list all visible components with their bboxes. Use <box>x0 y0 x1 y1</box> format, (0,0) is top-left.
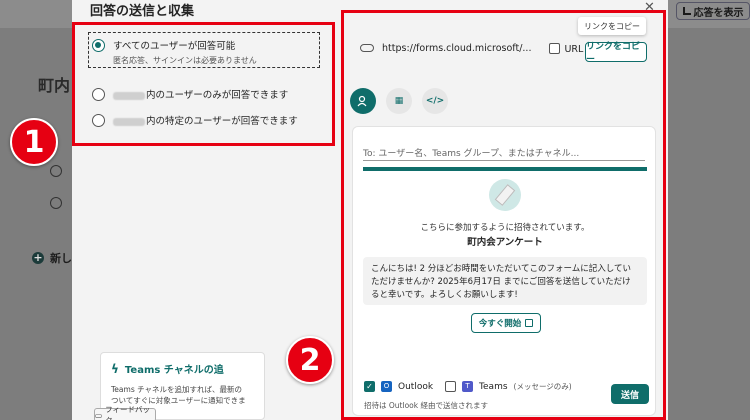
plus-icon: + <box>32 251 44 264</box>
annotation-badge-1: 1 <box>10 118 58 166</box>
lightning-icon: ϟ <box>111 361 119 376</box>
annotation-box-2 <box>341 10 666 420</box>
background-radio <box>50 197 62 209</box>
background-form-title: 町内 <box>38 76 71 95</box>
annotation-badge-2: 2 <box>286 336 334 384</box>
background-add-label: 新し <box>50 252 72 265</box>
teams-card-desc-1: Teams チャネルを追加すれば、最新の <box>111 385 243 394</box>
teams-card-title: Teams チャネルの追 <box>124 365 224 376</box>
background-add-new: + 新し <box>32 250 72 266</box>
annotation-box-1 <box>72 22 335 146</box>
feedback-label: フィードバック <box>105 405 150 420</box>
chart-icon <box>682 7 691 15</box>
feedback-button[interactable]: ▭ フィードバック <box>94 405 156 420</box>
view-responses-button: 応答を表示 <box>676 2 750 20</box>
feedback-icon: ▭ <box>95 410 103 420</box>
background-radio <box>50 165 62 177</box>
view-responses-label: 応答を表示 <box>693 7 744 19</box>
dialog-title: 回答の送信と収集 <box>90 4 195 19</box>
